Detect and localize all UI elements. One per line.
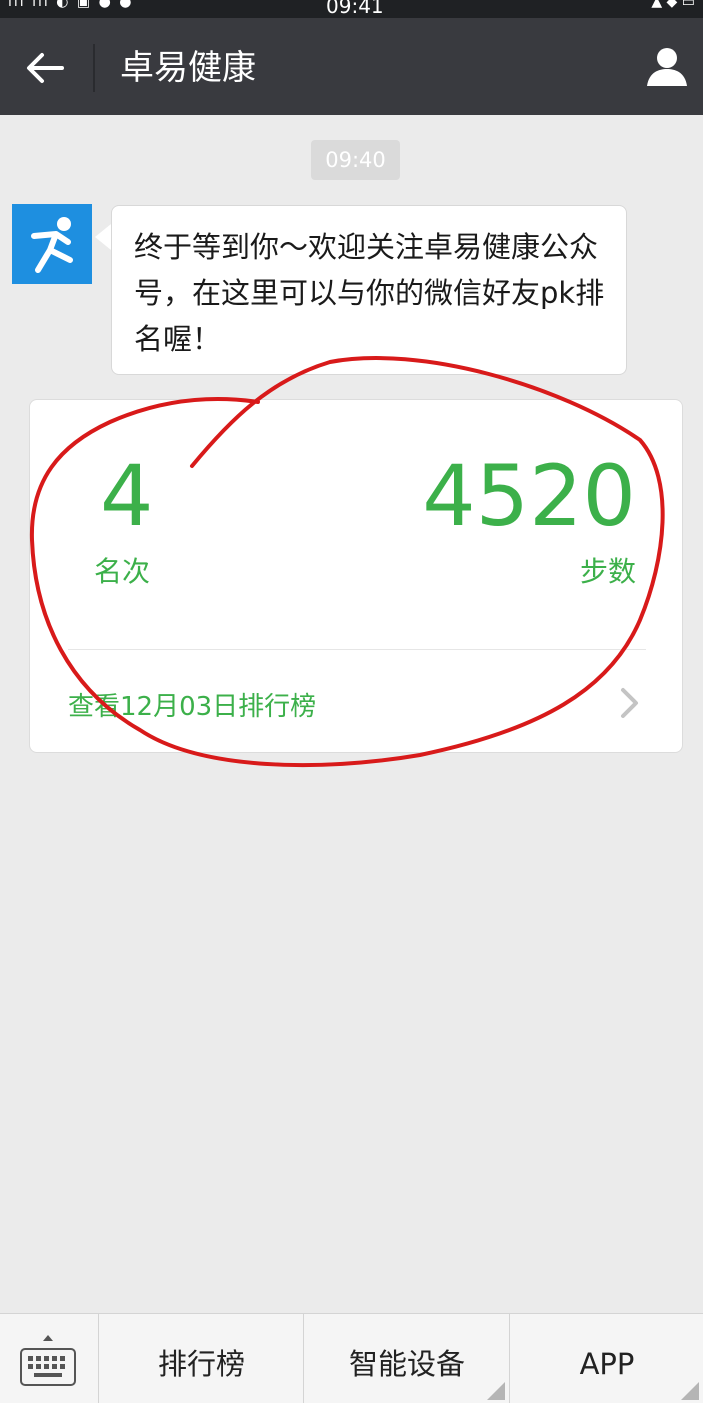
message-timestamp: 09:40 <box>311 140 400 180</box>
rank-label: 名次 <box>94 555 151 588</box>
chevron-right-icon <box>621 688 638 718</box>
keyboard-toggle-button[interactable] <box>0 1314 99 1403</box>
status-time: 09:41 <box>326 0 384 18</box>
bubble-tail <box>95 224 111 250</box>
signal-icons: ıll ıll ◐ ▣ ● ● <box>8 0 134 10</box>
menu-item-label: 智能设备 <box>348 1347 465 1381</box>
person-icon <box>647 48 687 86</box>
submenu-indicator-icon <box>681 1382 699 1400</box>
title-divider <box>93 44 95 92</box>
back-button[interactable] <box>22 48 68 88</box>
ranking-card[interactable]: 4 名次 4520 步数 查看12月03日排行榜 <box>29 399 683 753</box>
card-divider <box>68 649 646 650</box>
menu-item-app[interactable]: APP <box>511 1314 703 1403</box>
page-title: 卓易健康 <box>120 48 256 88</box>
status-bar: ıll ıll ◐ ▣ ● ● 09:41 ▲ ◆ ▭ <box>0 0 703 18</box>
account-avatar[interactable] <box>12 204 92 284</box>
battery-icon: ▲ ◆ ▭ <box>651 0 695 10</box>
menu-item-label: APP <box>579 1347 635 1381</box>
bottom-menu-bar: 排行榜 智能设备 APP <box>0 1313 703 1403</box>
steps-value: 4520 <box>422 447 636 545</box>
view-leaderboard-link[interactable]: 查看12月03日排行榜 <box>68 686 316 723</box>
keyboard-icon <box>20 1335 76 1386</box>
rank-value: 4 <box>100 447 154 545</box>
profile-button[interactable] <box>645 44 689 88</box>
menu-item-leaderboard[interactable]: 排行榜 <box>100 1314 304 1403</box>
welcome-message-bubble: 终于等到你～欢迎关注卓易健康公众号，在这里可以与你的微信好友pk排名喔！ <box>111 205 627 375</box>
menu-item-label: 排行榜 <box>157 1347 245 1381</box>
arrow-left-icon <box>27 53 64 83</box>
submenu-indicator-icon <box>487 1382 505 1400</box>
title-bar: 卓易健康 <box>0 18 703 115</box>
steps-label: 步数 <box>579 555 636 588</box>
menu-item-smart-devices[interactable]: 智能设备 <box>305 1314 510 1403</box>
runner-logo-icon <box>31 217 73 273</box>
